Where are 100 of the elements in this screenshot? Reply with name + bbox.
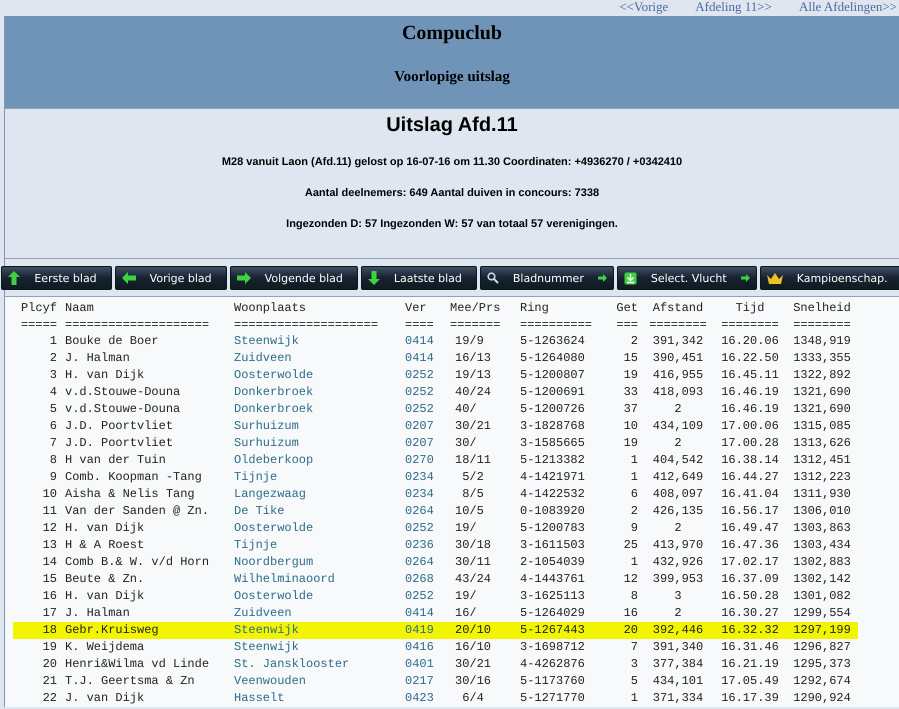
table-cell: Zuidveen bbox=[230, 605, 401, 622]
column-header: Afstand bbox=[652, 300, 704, 316]
table-cell-text: Hasselt bbox=[233, 690, 286, 707]
table-cell-text: 10 bbox=[622, 418, 639, 435]
table-cell-text: 1321,690 bbox=[792, 384, 852, 401]
table-cell-text: 16.46.19 bbox=[720, 401, 780, 418]
nav-button[interactable]: Select. Vlucht bbox=[616, 266, 757, 290]
table-cell-text: 1295,373 bbox=[792, 656, 852, 673]
table-cell-text: 15 bbox=[622, 350, 639, 367]
table-cell-text: 8/5 bbox=[461, 486, 485, 503]
table-cell-text: 40/ bbox=[454, 401, 478, 418]
table-cell: 1296,827 bbox=[786, 639, 858, 656]
table-cell-text: v.d.Stouwe-Douna bbox=[64, 384, 182, 401]
table-cell: Gebr.Kruisweg bbox=[61, 622, 230, 639]
table-cell: 0419 bbox=[401, 622, 446, 639]
table-cell-text: 413,970 bbox=[652, 537, 704, 554]
table-cell-text: 391,342 bbox=[652, 333, 704, 350]
table-cell-text: Langezwaag bbox=[233, 486, 308, 503]
table-cell-text: 13 bbox=[42, 537, 58, 554]
table-cell-text: 5 bbox=[48, 401, 58, 418]
table-cell-text: Zuidveen bbox=[233, 350, 293, 367]
nav-button[interactable]: Bladnummer bbox=[480, 266, 614, 290]
table-cell-text: 5-1200691 bbox=[519, 384, 586, 401]
table-cell-text: 0252 bbox=[404, 367, 435, 384]
column-header: Ver bbox=[404, 300, 428, 316]
table-cell-text: 19/ bbox=[454, 520, 478, 537]
table-cell-text: 8 bbox=[48, 452, 58, 469]
table-cell-text: 2 bbox=[48, 350, 58, 367]
table-cell-text: T.J. Geertsma & Zn bbox=[64, 673, 196, 690]
nav-button[interactable]: Kampioenschap. bbox=[760, 266, 899, 290]
table-cell-text: 0207 bbox=[404, 418, 435, 435]
table-cell-text: 1 bbox=[630, 554, 639, 571]
table-cell-text: 16 bbox=[42, 588, 58, 605]
separator-text: ==================== bbox=[64, 316, 210, 333]
table-cell-text: 412,649 bbox=[652, 469, 704, 486]
table-cell-text: 1311,930 bbox=[792, 486, 852, 503]
nav-button[interactable]: Eerste blad bbox=[1, 266, 112, 290]
table-cell-text: 1321,690 bbox=[792, 401, 852, 418]
table-cell-text: Oosterwolde bbox=[233, 588, 314, 605]
nav-button[interactable]: Laatste blad bbox=[360, 266, 477, 290]
table-cell-text: 6 bbox=[48, 418, 58, 435]
table-cell: 16.31.46 bbox=[714, 639, 786, 656]
table-cell-text: 10 bbox=[42, 486, 58, 503]
nav-link[interactable]: Afdeling 11>> bbox=[695, 0, 772, 16]
table-cell-text: 3-1828768 bbox=[519, 418, 586, 435]
nav-link[interactable]: <<Vorige bbox=[619, 0, 668, 16]
table-cell-text: 1312,451 bbox=[792, 452, 852, 469]
table-cell-text: 1306,010 bbox=[792, 503, 852, 520]
table-cell-text: 0236 bbox=[404, 537, 435, 554]
separator-text: ======= bbox=[449, 316, 502, 333]
column-header: Naam bbox=[64, 300, 95, 316]
table-cell: 20/10 bbox=[446, 622, 516, 639]
table-cell-text: 43/24 bbox=[454, 571, 492, 588]
nav-button[interactable]: Volgende blad bbox=[230, 266, 358, 290]
nav-button[interactable]: Vorige blad bbox=[114, 266, 227, 290]
table-cell-text: 1302,883 bbox=[792, 554, 852, 571]
table-cell-text: 16.21.19 bbox=[720, 656, 780, 673]
table-cell-text: 5/2 bbox=[461, 469, 485, 486]
separator-text: ==================== bbox=[233, 316, 380, 333]
table-cell-text: 5 bbox=[630, 673, 639, 690]
table-cell: Steenwijk bbox=[230, 639, 401, 656]
table-cell-text: 426,135 bbox=[652, 503, 704, 520]
table-cell-text: 19 bbox=[622, 435, 639, 452]
table-cell-text: 2-1054039 bbox=[519, 554, 586, 571]
table-cell: 5-1264029 bbox=[516, 605, 606, 622]
table-cell-text: 0264 bbox=[404, 503, 435, 520]
table-cell-text: 2 bbox=[630, 503, 639, 520]
crown-icon bbox=[766, 272, 783, 284]
table-cell-text: 21 bbox=[42, 673, 58, 690]
table-cell-text: 1303,863 bbox=[792, 520, 852, 537]
table-cell-text: 0423 bbox=[404, 690, 435, 707]
nav-link[interactable]: Alle Afdelingen>> bbox=[798, 0, 897, 16]
table-cell: 1297,199 bbox=[786, 622, 858, 639]
info-line: M28 vanuit Laon (Afd.11) gelost op 16-07-16 om 11.30 Coordinaten: +4936270 / +0342410 bbox=[222, 156, 682, 168]
table-cell-text: 1301,082 bbox=[792, 588, 852, 605]
separator-text: ===== bbox=[20, 316, 58, 333]
table-cell-text: 16.49.47 bbox=[720, 520, 780, 537]
table-cell: 16 bbox=[606, 605, 642, 622]
column-header: Mee/Prs bbox=[449, 300, 502, 316]
arrow-right-icon bbox=[740, 274, 750, 282]
table-cell-text: 5-1173760 bbox=[519, 673, 586, 690]
table-cell-text: 1302,142 bbox=[792, 571, 852, 588]
table-cell: 17 bbox=[13, 605, 61, 622]
table-cell: 16/10 bbox=[446, 639, 516, 656]
table-cell-text: 19 bbox=[622, 367, 639, 384]
table-cell-text: 2 bbox=[673, 520, 683, 537]
table-cell-text: 4-1421971 bbox=[519, 469, 586, 486]
table-cell-text: 416,955 bbox=[652, 367, 704, 384]
result-title: Uitslag Afd.11 bbox=[386, 114, 518, 137]
table-cell-text: 22 bbox=[42, 690, 58, 707]
table-cell-text: 3-1625113 bbox=[519, 588, 586, 605]
table-cell-text: 25 bbox=[622, 537, 639, 554]
table-cell-text: 1303,434 bbox=[792, 537, 852, 554]
arrow-left-icon bbox=[122, 272, 136, 284]
table-cell-text: 16/13 bbox=[454, 350, 492, 367]
arrow-down-icon bbox=[368, 271, 380, 285]
table-cell-text: 30/21 bbox=[454, 656, 492, 673]
table-cell-text: 16.20.06 bbox=[720, 333, 780, 350]
table-cell-text: 1315,085 bbox=[792, 418, 852, 435]
column-header: Get bbox=[615, 300, 639, 316]
